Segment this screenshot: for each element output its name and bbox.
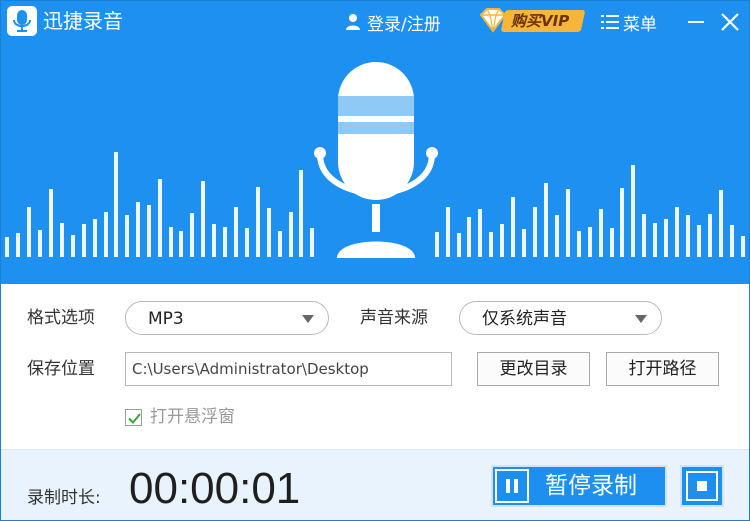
- login-register-link[interactable]: 登录/注册: [345, 10, 441, 35]
- pause-icon: [495, 469, 529, 503]
- recording-status-bar: 录制时长: 00:00:01 暂停录制: [1, 449, 749, 520]
- source-select-value: 仅系统声音: [482, 309, 567, 329]
- pause-recording-label: 暂停录制: [545, 473, 637, 499]
- change-directory-button[interactable]: 更改目录: [477, 352, 590, 386]
- app-logo-icon: [7, 6, 37, 36]
- stop-recording-button[interactable]: [680, 465, 724, 507]
- settings-panel: 格式选项 MP3 声音来源 仅系统声音 保存位置 C:\Users\Admini…: [1, 284, 749, 449]
- pause-recording-button[interactable]: 暂停录制: [491, 465, 667, 507]
- format-select[interactable]: MP3: [125, 301, 329, 335]
- menu-list-icon: [601, 15, 619, 29]
- save-path-field[interactable]: C:\Users\Administrator\Desktop: [125, 352, 452, 386]
- format-select-value: MP3: [148, 309, 184, 329]
- float-window-label: 打开悬浮窗: [150, 407, 235, 427]
- chevron-down-icon: [302, 315, 314, 323]
- format-label: 格式选项: [27, 308, 95, 328]
- checkmark-icon: [128, 412, 141, 424]
- duration-label: 录制时长:: [27, 488, 101, 508]
- minimize-icon: [688, 21, 704, 23]
- source-label: 声音来源: [360, 308, 428, 328]
- app-title: 迅捷录音: [43, 9, 123, 33]
- diamond-icon: [479, 8, 507, 33]
- user-icon: [346, 14, 360, 30]
- app-window: 迅捷录音 登录/注册 购买VIP 菜单 格式选项 MP3 声音来源 仅系统声音 …: [0, 0, 750, 521]
- duration-timer: 00:00:01: [129, 464, 301, 513]
- title-bar: 迅捷录音 登录/注册 购买VIP 菜单: [1, 1, 749, 41]
- buy-vip-button[interactable]: 购买VIP: [477, 7, 586, 34]
- menu-button[interactable]: 菜单: [601, 10, 657, 35]
- source-select[interactable]: 仅系统声音: [459, 301, 662, 335]
- menu-label: 菜单: [623, 14, 657, 35]
- close-icon: [721, 13, 739, 31]
- stop-square: [697, 481, 707, 491]
- microphone-illustration-icon: [314, 62, 438, 258]
- recorder-visual-panel: 迅捷录音 登录/注册 购买VIP 菜单: [1, 1, 749, 284]
- save-location-label: 保存位置: [27, 359, 95, 379]
- close-button[interactable]: [715, 7, 745, 37]
- open-path-button[interactable]: 打开路径: [606, 352, 719, 386]
- chevron-down-icon: [635, 315, 647, 323]
- float-window-toggle[interactable]: 打开悬浮窗: [125, 406, 235, 428]
- login-register-label: 登录/注册: [367, 14, 441, 35]
- minimize-button[interactable]: [681, 7, 711, 37]
- float-window-checkbox[interactable]: [125, 408, 142, 426]
- stop-icon: [686, 471, 718, 501]
- buy-vip-label: 购买VIP: [511, 12, 570, 30]
